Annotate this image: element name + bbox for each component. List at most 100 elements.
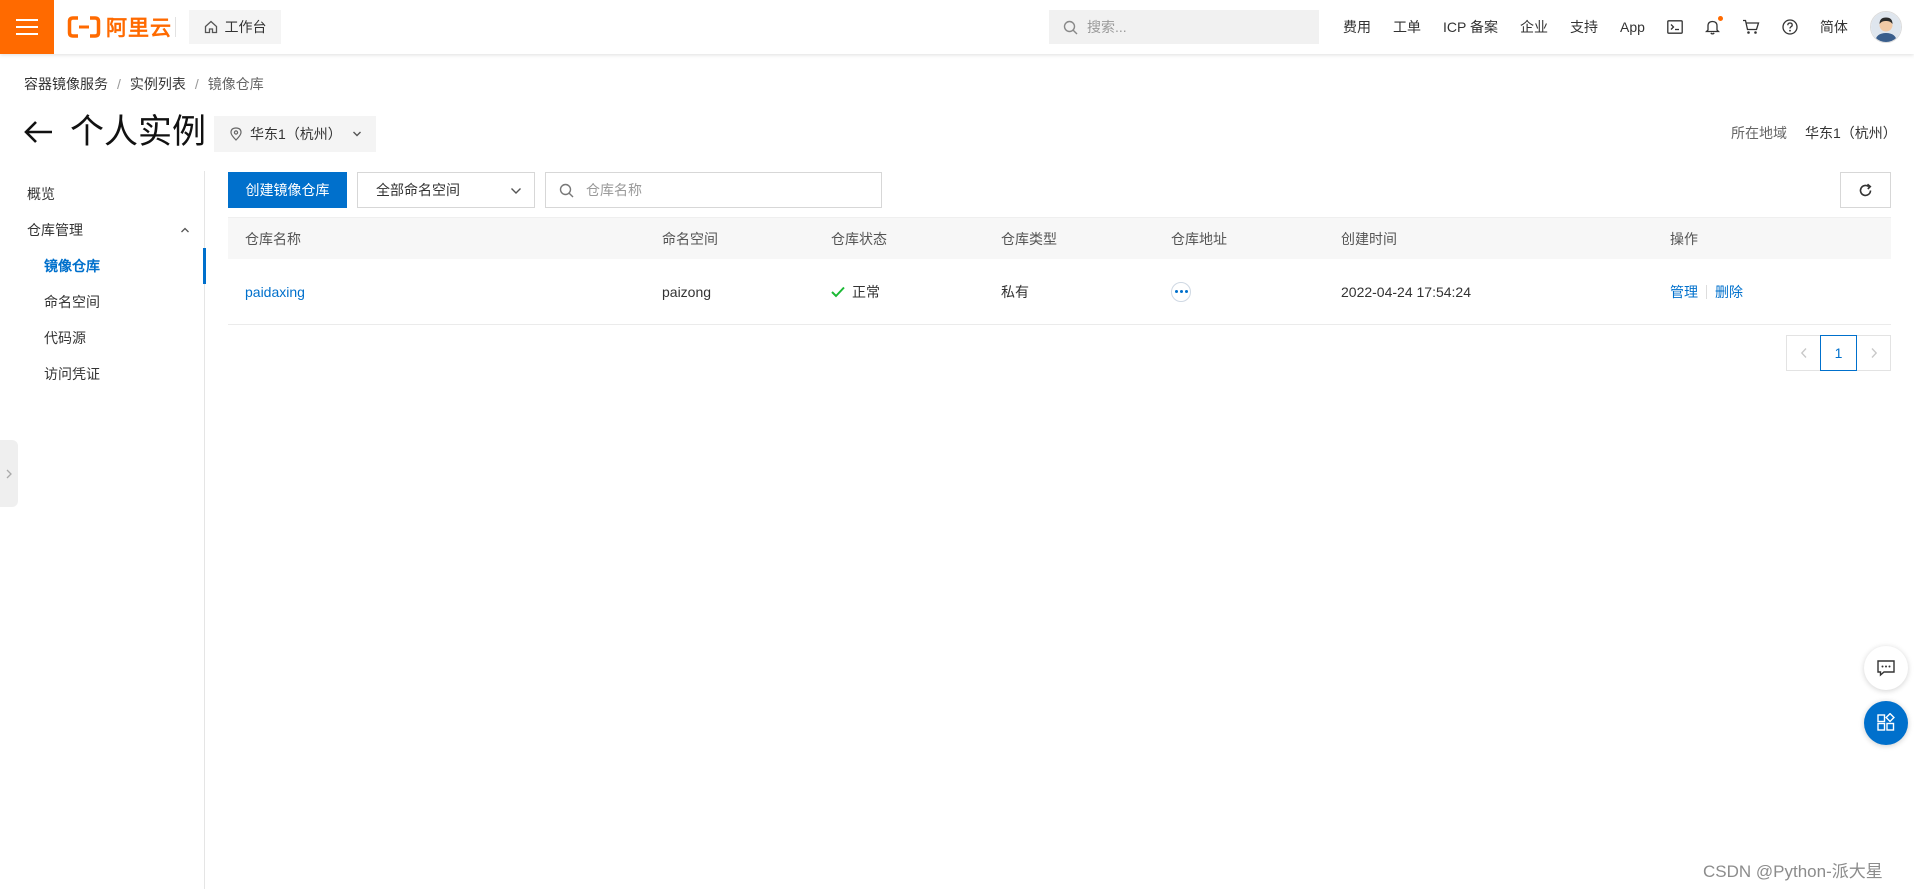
- avatar[interactable]: [1869, 11, 1902, 43]
- breadcrumb: 容器镜像服务 / 实例列表 / 镜像仓库: [24, 74, 264, 94]
- namespace-select[interactable]: 全部命名空间: [357, 172, 535, 208]
- sidebar-item-label: 代码源: [44, 330, 86, 346]
- column-header-name: 仓库名称: [245, 230, 301, 247]
- search-icon: [559, 183, 574, 197]
- chevron-up-icon: [181, 227, 189, 233]
- more-icon[interactable]: [1171, 281, 1191, 302]
- aliyun-logo[interactable]: 阿里云: [67, 13, 172, 41]
- chat-button[interactable]: [1864, 646, 1908, 690]
- back-arrow-icon: [24, 121, 52, 143]
- terminal-icon[interactable]: [1667, 20, 1683, 34]
- hamburger-icon: [16, 19, 38, 35]
- repository-table: 仓库名称 命名空间 仓库状态 仓库类型 仓库地址 创建时间 操作 paidaxi…: [228, 217, 1891, 325]
- chevron-down-icon: [353, 131, 361, 137]
- nav-icp[interactable]: ICP 备案: [1443, 17, 1498, 37]
- nav-billing[interactable]: 费用: [1343, 17, 1371, 37]
- nav-support[interactable]: 支持: [1570, 17, 1598, 37]
- breadcrumb-separator: /: [117, 76, 121, 92]
- back-button[interactable]: [22, 119, 54, 145]
- workbench-button[interactable]: 工作台: [189, 10, 281, 44]
- column-header-namespace: 命名空间: [662, 230, 718, 247]
- create-repository-button[interactable]: 创建镜像仓库: [228, 172, 347, 208]
- sidebar-item-namespaces[interactable]: 命名空间: [0, 284, 204, 320]
- column-header-address: 仓库地址: [1171, 230, 1227, 247]
- menu-button[interactable]: [0, 0, 54, 54]
- sidebar-group-label: 仓库管理: [27, 222, 83, 238]
- sidebar-item-repositories[interactable]: 镜像仓库: [0, 248, 206, 284]
- region-value: 华东1（杭州）: [1805, 125, 1897, 141]
- notifications[interactable]: [1704, 16, 1723, 35]
- chat-icon: [1877, 660, 1895, 677]
- refresh-button[interactable]: [1840, 172, 1891, 208]
- sidebar: 概览 仓库管理 镜像仓库 命名空间 代码源 访问凭证: [0, 171, 206, 889]
- namespace-select-value: 全部命名空间: [376, 182, 460, 198]
- column-header-created: 创建时间: [1341, 230, 1397, 247]
- watermark: CSDN @Python-派大星: [1703, 862, 1883, 881]
- cart-icon[interactable]: [1742, 19, 1760, 35]
- pagination-next-button[interactable]: [1856, 335, 1891, 371]
- pagination-prev-button[interactable]: [1786, 335, 1821, 371]
- topbar-divider: [175, 17, 176, 37]
- apps-button[interactable]: [1864, 701, 1908, 745]
- repository-name-link[interactable]: paidaxing: [245, 284, 662, 300]
- home-icon: [204, 20, 217, 34]
- breadcrumb-item-instances[interactable]: 实例列表: [130, 74, 186, 94]
- repository-search-placeholder: 仓库名称: [586, 182, 642, 198]
- sidebar-expand-handle[interactable]: [0, 440, 18, 507]
- workbench-label: 工作台: [224, 19, 267, 35]
- logo-text: 阿里云: [106, 17, 172, 40]
- repository-created-time: 2022-04-24 17:54:24: [1341, 283, 1471, 300]
- column-header-type: 仓库类型: [1001, 230, 1057, 247]
- repository-status-text: 正常: [852, 283, 880, 300]
- avatar-image: [1870, 12, 1901, 42]
- pagination-page-current[interactable]: 1: [1820, 335, 1857, 371]
- region-label: 所在地域: [1731, 125, 1787, 141]
- nav-app[interactable]: App: [1620, 19, 1645, 35]
- region-select[interactable]: 华东1（杭州）: [214, 116, 376, 152]
- breadcrumb-item-cr-service[interactable]: 容器镜像服务: [24, 74, 108, 94]
- sidebar-group-repo-management[interactable]: 仓库管理: [0, 212, 204, 248]
- table-row: paidaxing paizong 正常 私有 2022-04-24 17:54…: [228, 259, 1891, 325]
- help-icon[interactable]: [1782, 19, 1798, 35]
- region-info: 所在地域 华东1（杭州）: [1731, 123, 1897, 143]
- sidebar-item-label: 镜像仓库: [44, 258, 100, 274]
- refresh-icon: [1859, 183, 1872, 196]
- top-bar: 阿里云 工作台 搜索... 费用 工单 ICP 备案 企业 支持 App 简体: [0, 0, 1914, 54]
- column-header-status: 仓库状态: [831, 230, 887, 247]
- region-select-value: 华东1（杭州）: [250, 126, 342, 142]
- pagination-page-number: 1: [1834, 345, 1843, 361]
- sidebar-item-label: 命名空间: [44, 294, 100, 310]
- search-icon: [1063, 20, 1078, 34]
- manage-link[interactable]: 管理: [1670, 282, 1698, 302]
- sidebar-item-code-source[interactable]: 代码源: [0, 320, 204, 356]
- location-pin-icon: [230, 127, 242, 141]
- notification-dot: [1717, 16, 1723, 21]
- language-switch[interactable]: 简体: [1820, 17, 1848, 37]
- breadcrumb-separator: /: [194, 76, 199, 92]
- global-search-input[interactable]: 搜索...: [1049, 10, 1319, 44]
- page-title: 个人实例: [70, 113, 206, 151]
- top-nav: 费用 工单 ICP 备案 企业 支持 App 简体: [1343, 10, 1902, 44]
- sidebar-item-label: 概览: [27, 186, 55, 202]
- repository-namespace: paizong: [662, 283, 712, 300]
- bell-icon: [1704, 20, 1720, 35]
- chevron-right-icon: [1871, 348, 1877, 358]
- breadcrumb-item-repositories: 镜像仓库: [207, 76, 264, 92]
- chevron-right-icon: [6, 469, 12, 478]
- nav-tickets[interactable]: 工单: [1393, 17, 1421, 37]
- sidebar-item-label: 访问凭证: [44, 366, 100, 382]
- table-header: 仓库名称 命名空间 仓库状态 仓库类型 仓库地址 创建时间 操作: [228, 217, 1891, 259]
- nav-enterprise[interactable]: 企业: [1520, 17, 1548, 37]
- repository-type: 私有: [1001, 283, 1029, 300]
- create-repository-label: 创建镜像仓库: [245, 182, 330, 198]
- repository-status: 正常: [831, 282, 1001, 302]
- check-icon: [831, 286, 845, 297]
- chevron-down-icon: [511, 188, 521, 194]
- repository-address: [1171, 281, 1341, 302]
- delete-link[interactable]: 删除: [1715, 282, 1743, 302]
- sidebar-item-credentials[interactable]: 访问凭证: [0, 356, 204, 392]
- action-divider: [1706, 284, 1707, 299]
- sidebar-item-overview[interactable]: 概览: [0, 176, 204, 212]
- chevron-left-icon: [1800, 348, 1806, 358]
- repository-search-input[interactable]: 仓库名称: [545, 172, 882, 208]
